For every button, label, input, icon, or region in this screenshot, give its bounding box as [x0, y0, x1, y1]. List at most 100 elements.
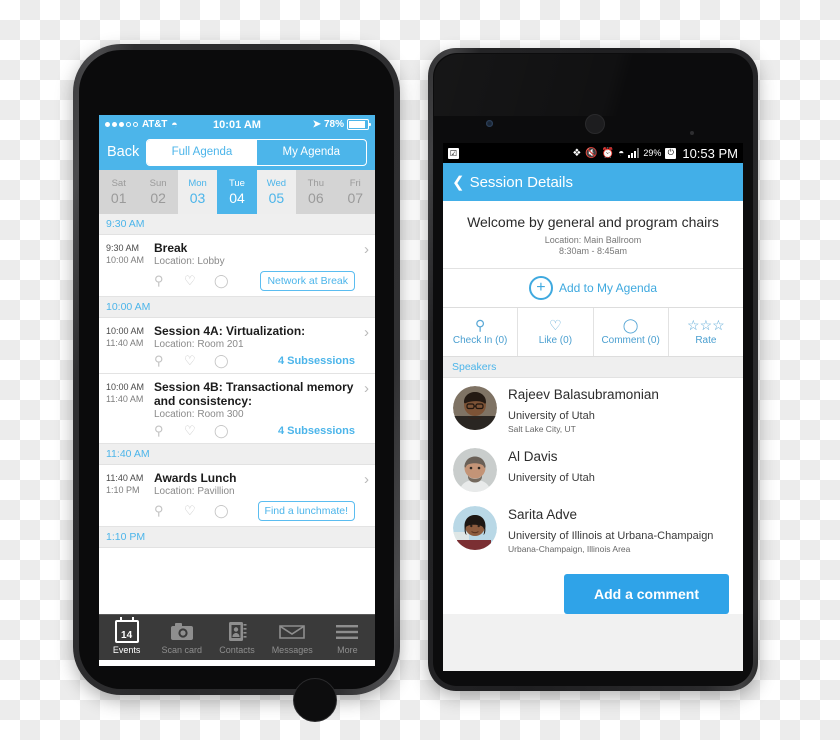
- day-of-week: Mon: [188, 178, 207, 189]
- event-end-time: 10:00 AM: [106, 255, 145, 265]
- front-camera-icon: [486, 120, 493, 127]
- event-location: Location: Room 300: [154, 409, 244, 420]
- day-number: 04: [229, 190, 245, 206]
- home-button[interactable]: [293, 678, 337, 722]
- tab-my-agenda[interactable]: My Agenda: [257, 140, 366, 165]
- subsessions-link[interactable]: 4 Subsessions: [278, 355, 355, 367]
- session-header: Welcome by general and program chairs Lo…: [443, 201, 743, 269]
- find-a-lunchmate-button[interactable]: Find a lunchmate!: [257, 501, 355, 521]
- event-times: 11:40 AM 1:10 PM: [106, 471, 154, 521]
- day-number: 06: [308, 190, 324, 206]
- chevron-right-icon[interactable]: ›: [364, 242, 369, 257]
- chevron-left-icon[interactable]: ❮: [452, 173, 465, 191]
- event-location: Location: Pavillion: [154, 486, 235, 497]
- speaker-name: Rajeev Balasubramonian: [508, 387, 659, 402]
- speakers-list[interactable]: Rajeev Balasubramonian University of Uta…: [443, 378, 743, 560]
- tab-events[interactable]: 14 Events: [99, 615, 154, 660]
- tab-label: Messages: [271, 644, 313, 655]
- check-in-button[interactable]: ⚲ Check In (0): [443, 308, 519, 356]
- session-details-body[interactable]: Welcome by general and program chairs Lo…: [443, 201, 743, 671]
- battery-percent: 29%: [643, 148, 662, 158]
- day-of-week: Thu: [307, 178, 324, 189]
- agenda-row-session-4b[interactable]: 10:00 AM 11:40 AM Session 4B: Transactio…: [99, 374, 375, 444]
- comment-bubble-icon[interactable]: ◯: [214, 354, 244, 368]
- tab-full-agenda[interactable]: Full Agenda: [147, 139, 257, 165]
- page-title: Session Details: [469, 173, 573, 191]
- comment-button[interactable]: ◯ Comment (0): [594, 308, 669, 356]
- speaker-name: Al Davis: [508, 449, 558, 464]
- location-pin-icon[interactable]: ⚲: [154, 274, 184, 288]
- ios-tab-bar[interactable]: 14 Events Scan card Contacts Messages Mo…: [99, 614, 375, 660]
- signal-icon: [628, 148, 640, 158]
- plus-circle-icon: +: [528, 276, 553, 300]
- event-times: 9:30 AM 10:00 AM: [106, 241, 154, 291]
- bluetooth-icon: ❖: [572, 147, 582, 159]
- agenda-row-awards-lunch[interactable]: 11:40 AM 1:10 PM Awards Lunch Location: …: [99, 465, 375, 527]
- tab-contacts[interactable]: Contacts: [209, 615, 264, 660]
- agenda-list[interactable]: 9:30 AM 9:30 AM 10:00 AM Break Location:…: [99, 214, 375, 614]
- add-to-my-agenda-button[interactable]: + Add to My Agenda: [443, 269, 743, 308]
- day-number: 05: [268, 190, 285, 206]
- location-pin-icon[interactable]: ⚲: [154, 354, 184, 368]
- add-a-comment-button[interactable]: Add a comment: [563, 574, 729, 614]
- status-left: ☑: [448, 147, 459, 159]
- session-action-row[interactable]: ⚲ Check In (0) ♡ Like (0) ◯ Comment (0) …: [443, 308, 743, 357]
- calendar-icon: 14: [114, 617, 139, 643]
- back-button[interactable]: Back: [107, 144, 139, 160]
- day-number: 02: [150, 190, 166, 206]
- heart-icon[interactable]: ♡: [184, 424, 214, 438]
- alarm-icon: ⏰: [601, 147, 615, 159]
- avatar: [453, 386, 497, 430]
- heart-icon[interactable]: ♡: [184, 354, 214, 368]
- heart-icon[interactable]: ♡: [184, 274, 214, 288]
- speaker-row[interactable]: Rajeev Balasubramonian University of Uta…: [443, 378, 743, 440]
- comment-bubble-icon[interactable]: ◯: [214, 424, 244, 438]
- session-location: Location: Main Ballroom: [544, 235, 642, 245]
- chevron-right-icon[interactable]: ›: [364, 381, 369, 396]
- session-time: 8:30am - 8:45am: [558, 246, 628, 256]
- tab-scan-card[interactable]: Scan card: [154, 615, 209, 660]
- comment-bubble-icon[interactable]: ◯: [214, 504, 244, 518]
- agenda-row-break[interactable]: 9:30 AM 10:00 AM Break Location: Lobby ⚲…: [99, 235, 375, 297]
- day-item-sat[interactable]: Sat 01: [99, 170, 139, 214]
- tab-more[interactable]: More: [320, 615, 375, 660]
- day-item-fri[interactable]: Fri 07: [335, 170, 375, 214]
- session-title: Welcome by general and program chairs: [467, 214, 719, 230]
- network-at-break-button[interactable]: Network at Break: [260, 271, 355, 291]
- iphone-screen: AT&T ◓ 10:01 AM ➤ 78% Back Full Agenda M…: [99, 115, 375, 666]
- speaker-row[interactable]: Al Davis University of Utah: [443, 440, 743, 498]
- day-item-thu[interactable]: Thu 06: [296, 170, 336, 214]
- tab-messages[interactable]: Messages: [265, 615, 320, 660]
- envelope-icon: [279, 621, 306, 643]
- day-of-week: Fri: [349, 178, 361, 189]
- day-item-tue-selected[interactable]: Tue 04: [217, 170, 257, 214]
- location-pin-icon[interactable]: ⚲: [154, 424, 184, 438]
- chevron-right-icon[interactable]: ›: [364, 472, 369, 487]
- rate-button[interactable]: ☆☆☆ Rate: [669, 308, 743, 356]
- speaker-info: Sarita Adve University of Illinois at Ur…: [508, 506, 713, 554]
- comment-bubble-icon[interactable]: ◯: [214, 274, 244, 288]
- location-pin-icon[interactable]: ⚲: [154, 504, 184, 518]
- time-group-header: 9:30 AM: [99, 214, 375, 235]
- ios-nav-bar: Back Full Agenda My Agenda: [99, 134, 375, 170]
- event-title: Session 4B: Transactional memory and con…: [154, 380, 354, 408]
- event-body: Awards Lunch Location: Pavillion ⚲ ♡ ◯ F…: [154, 471, 369, 521]
- speaker-row[interactable]: Sarita Adve University of Illinois at Ur…: [443, 498, 743, 560]
- heart-icon[interactable]: ♡: [184, 504, 214, 518]
- day-selector-strip[interactable]: Sat 01 Sun 02 Mon 03 Tue 04 Wed 05 Thu 0…: [99, 170, 375, 214]
- speaker-city: Salt Lake City, UT: [508, 424, 576, 434]
- day-number: 03: [189, 190, 206, 206]
- day-item-mon[interactable]: Mon 03: [177, 170, 218, 214]
- agenda-row-session-4a[interactable]: 10:00 AM 11:40 AM Session 4A: Virtualiza…: [99, 318, 375, 374]
- speaker-info: Al Davis University of Utah: [508, 448, 595, 486]
- wifi-icon: ◓: [618, 147, 625, 159]
- chevron-right-icon[interactable]: ›: [364, 325, 369, 340]
- like-button[interactable]: ♡ Like (0): [518, 308, 594, 356]
- camera-icon: [170, 621, 194, 643]
- day-item-sun[interactable]: Sun 02: [138, 170, 178, 214]
- subsessions-link[interactable]: 4 Subsessions: [278, 425, 355, 437]
- day-item-wed[interactable]: Wed 05: [256, 170, 297, 214]
- tab-label: More: [337, 644, 358, 655]
- location-pin-icon: ⚲: [474, 317, 486, 333]
- agenda-segmented-control[interactable]: Full Agenda My Agenda: [146, 138, 367, 166]
